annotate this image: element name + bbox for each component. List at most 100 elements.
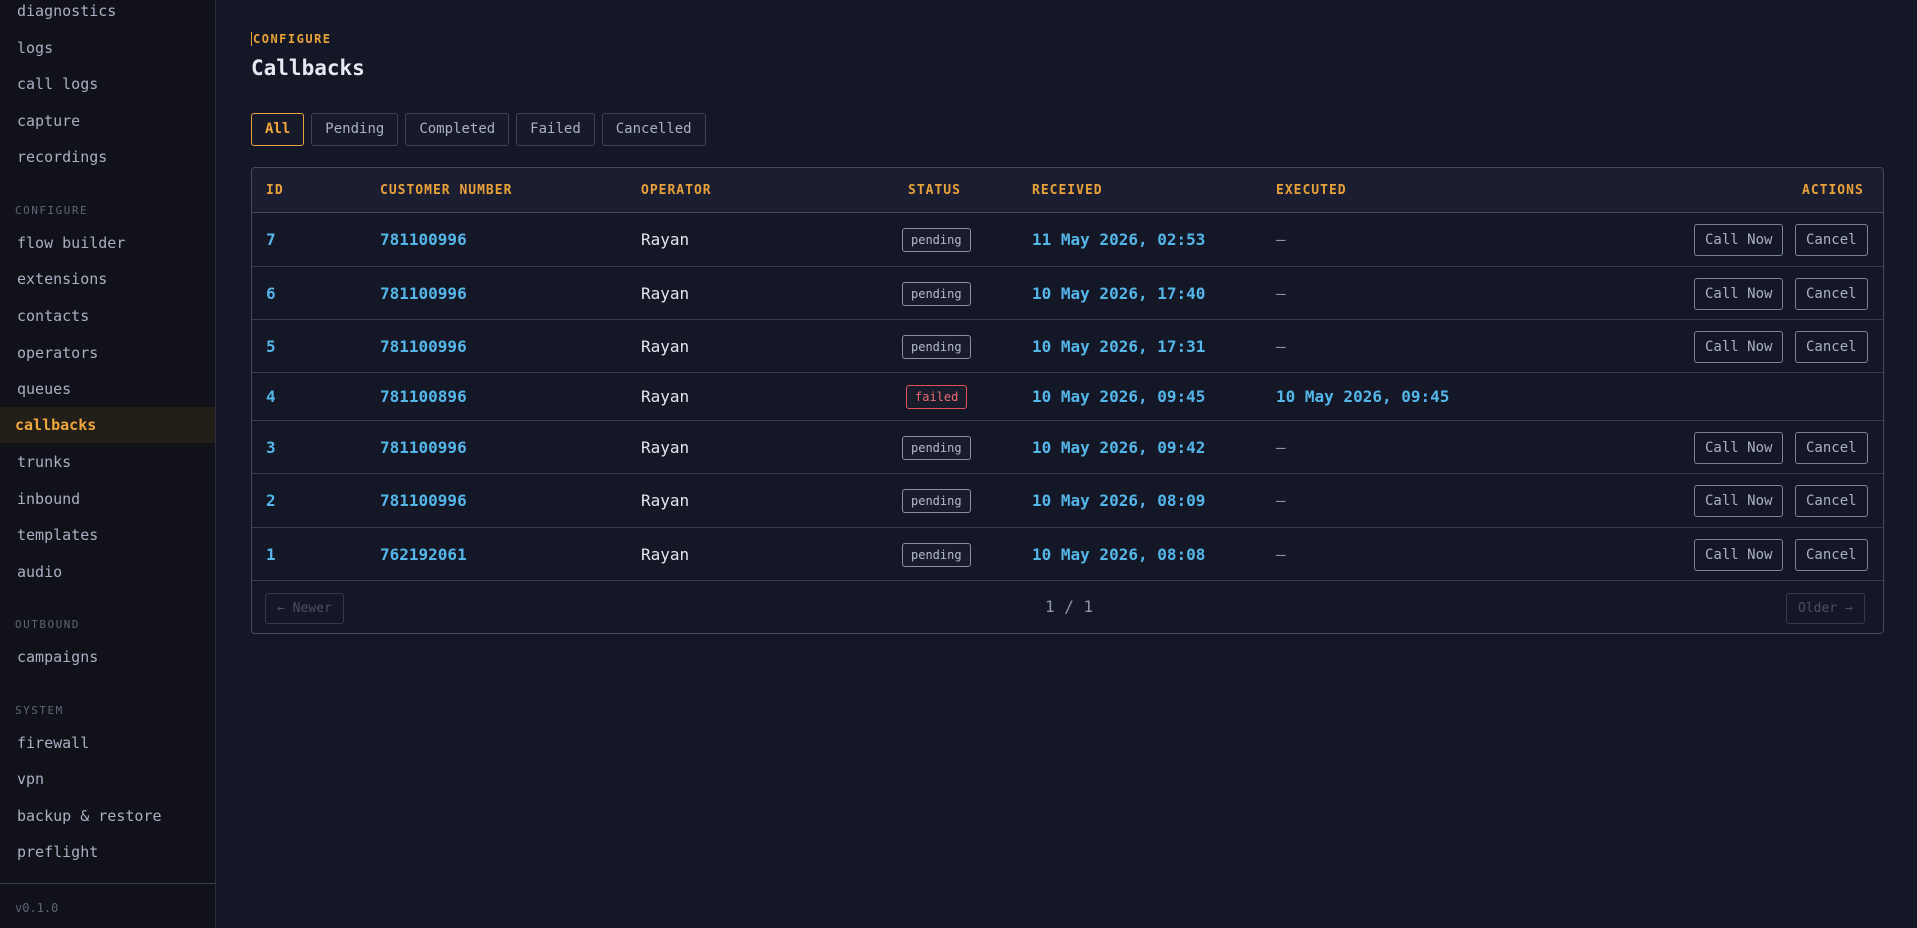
table-row: 4 781100896 Rayan failed 10 May 2026, 09:45 1…: [252, 373, 1883, 421]
sidebar-item-callbacks[interactable]: callbacks: [0, 407, 215, 443]
cell-executed: —: [1276, 230, 1286, 249]
call-now-button[interactable]: Call Now: [1694, 278, 1784, 310]
table-row: 7 781100996 Rayan pending 11 May 2026, 02:53…: [252, 213, 1883, 267]
sidebar-item-diagnostics[interactable]: diagnostics: [0, 0, 215, 29]
cell-operator: Rayan: [641, 438, 690, 457]
cell-executed: —: [1276, 438, 1286, 457]
call-now-button[interactable]: Call Now: [1694, 539, 1784, 571]
sidebar-section-outbound: OUTBOUND: [15, 618, 80, 631]
tab-all[interactable]: All: [251, 113, 305, 146]
cell-id: 4: [266, 387, 276, 406]
cell-operator: Rayan: [641, 387, 690, 406]
sidebar-item-vpn[interactable]: vpn: [0, 761, 215, 797]
page-indicator: 1 / 1: [1045, 597, 1094, 616]
cell-received: 10 May 2026, 17:40: [1032, 284, 1206, 303]
sidebar-item-logs[interactable]: logs: [0, 30, 215, 66]
cancel-button[interactable]: Cancel: [1795, 278, 1868, 310]
status-badge: pending: [902, 543, 971, 567]
column-header-id[interactable]: ID: [266, 183, 284, 198]
cell-executed: —: [1276, 284, 1286, 303]
cancel-button[interactable]: Cancel: [1795, 485, 1868, 517]
sidebar-item-recordings[interactable]: recordings: [0, 139, 215, 175]
sidebar-item-contacts[interactable]: contacts: [0, 298, 215, 334]
cell-executed: —: [1276, 337, 1286, 356]
table-row: 1 762192061 Rayan pending 10 May 2026, 08:08…: [252, 528, 1883, 581]
cell-received: 11 May 2026, 02:53: [1032, 230, 1206, 249]
status-badge: pending: [902, 228, 971, 252]
cell-id: 6: [266, 284, 276, 303]
cell-id: 1: [266, 545, 276, 564]
call-now-button[interactable]: Call Now: [1694, 224, 1784, 256]
column-header-operator[interactable]: OPERATOR: [641, 183, 712, 198]
cancel-button[interactable]: Cancel: [1795, 224, 1868, 256]
status-badge: pending: [902, 335, 971, 359]
tab-cancelled[interactable]: Cancelled: [601, 113, 706, 146]
breadcrumb: CONFIGURE: [251, 32, 332, 46]
older-page-button[interactable]: Older →: [1786, 593, 1865, 624]
table-row: 6 781100996 Rayan pending 10 May 2026, 17:40…: [252, 267, 1883, 320]
status-badge: pending: [902, 282, 971, 306]
column-header-actions: ACTIONS: [1802, 183, 1864, 198]
sidebar-item-backup-restore[interactable]: backup & restore: [0, 798, 215, 834]
cell-customer-number[interactable]: 781100996: [380, 284, 467, 303]
tab-completed[interactable]: Completed: [405, 113, 510, 146]
call-now-button[interactable]: Call Now: [1694, 331, 1784, 363]
sidebar-item-firewall[interactable]: firewall: [0, 725, 215, 761]
sidebar-item-flow-builder[interactable]: flow builder: [0, 225, 215, 261]
call-now-button[interactable]: Call Now: [1694, 485, 1784, 517]
column-header-customer-number[interactable]: CUSTOMER NUMBER: [380, 183, 512, 198]
sidebar-item-templates[interactable]: templates: [0, 517, 215, 553]
status-badge: pending: [902, 436, 971, 460]
cancel-button[interactable]: Cancel: [1795, 539, 1868, 571]
sidebar-item-call-logs[interactable]: call logs: [0, 66, 215, 102]
sidebar-section-configure: CONFIGURE: [15, 204, 89, 217]
table-header: ID CUSTOMER NUMBER OPERATOR STATUS RECEI…: [252, 168, 1883, 213]
sidebar-item-campaigns[interactable]: campaigns: [0, 639, 215, 675]
cell-operator: Rayan: [641, 337, 690, 356]
call-now-button[interactable]: Call Now: [1694, 432, 1784, 464]
cell-operator: Rayan: [641, 545, 690, 564]
column-header-status[interactable]: STATUS: [908, 183, 961, 198]
cell-received: 10 May 2026, 09:45: [1032, 387, 1206, 406]
cell-received: 10 May 2026, 08:08: [1032, 545, 1206, 564]
sidebar-item-inbound[interactable]: inbound: [0, 481, 215, 517]
cell-operator: Rayan: [641, 230, 690, 249]
sidebar-item-capture[interactable]: capture: [0, 103, 215, 139]
cell-id: 2: [266, 491, 276, 510]
cell-customer-number[interactable]: 781100996: [380, 337, 467, 356]
cancel-button[interactable]: Cancel: [1795, 331, 1868, 363]
sidebar-item-preflight[interactable]: preflight: [0, 834, 215, 870]
cell-customer-number[interactable]: 781100996: [380, 491, 467, 510]
sidebar-section-system: SYSTEM: [15, 704, 64, 717]
cell-operator: Rayan: [641, 491, 690, 510]
table-row: 2 781100996 Rayan pending 10 May 2026, 08:09…: [252, 474, 1883, 528]
table-row: 3 781100996 Rayan pending 10 May 2026, 09:42…: [252, 421, 1883, 474]
sidebar-item-queues[interactable]: queues: [0, 371, 215, 407]
cell-received: 10 May 2026, 09:42: [1032, 438, 1206, 457]
sidebar-item-trunks[interactable]: trunks: [0, 444, 215, 480]
cell-received: 10 May 2026, 08:09: [1032, 491, 1206, 510]
sidebar-item-operators[interactable]: operators: [0, 335, 215, 371]
cell-received: 10 May 2026, 17:31: [1032, 337, 1206, 356]
status-badge: failed: [906, 385, 968, 409]
column-header-executed[interactable]: EXECUTED: [1276, 183, 1347, 198]
cell-customer-number[interactable]: 781100996: [380, 230, 467, 249]
cell-executed: 10 May 2026, 09:45: [1276, 387, 1450, 406]
cancel-button[interactable]: Cancel: [1795, 432, 1868, 464]
sidebar-footer: v0.1.0: [0, 883, 215, 928]
sidebar-item-extensions[interactable]: extensions: [0, 261, 215, 297]
cell-operator: Rayan: [641, 284, 690, 303]
cell-customer-number[interactable]: 781100896: [380, 387, 467, 406]
cell-customer-number[interactable]: 762192061: [380, 545, 467, 564]
cell-id: 3: [266, 438, 276, 457]
filter-tabs: All Pending Completed Failed Cancelled: [251, 113, 706, 146]
column-header-received[interactable]: RECEIVED: [1032, 183, 1103, 198]
cell-customer-number[interactable]: 781100996: [380, 438, 467, 457]
newer-page-button[interactable]: ← Newer: [265, 593, 344, 624]
cell-id: 7: [266, 230, 276, 249]
tab-failed[interactable]: Failed: [516, 113, 595, 146]
sidebar: diagnostics logs call logs capture recor…: [0, 0, 216, 928]
sidebar-item-audio[interactable]: audio: [0, 554, 215, 590]
cell-executed: —: [1276, 545, 1286, 564]
tab-pending[interactable]: Pending: [311, 113, 399, 146]
